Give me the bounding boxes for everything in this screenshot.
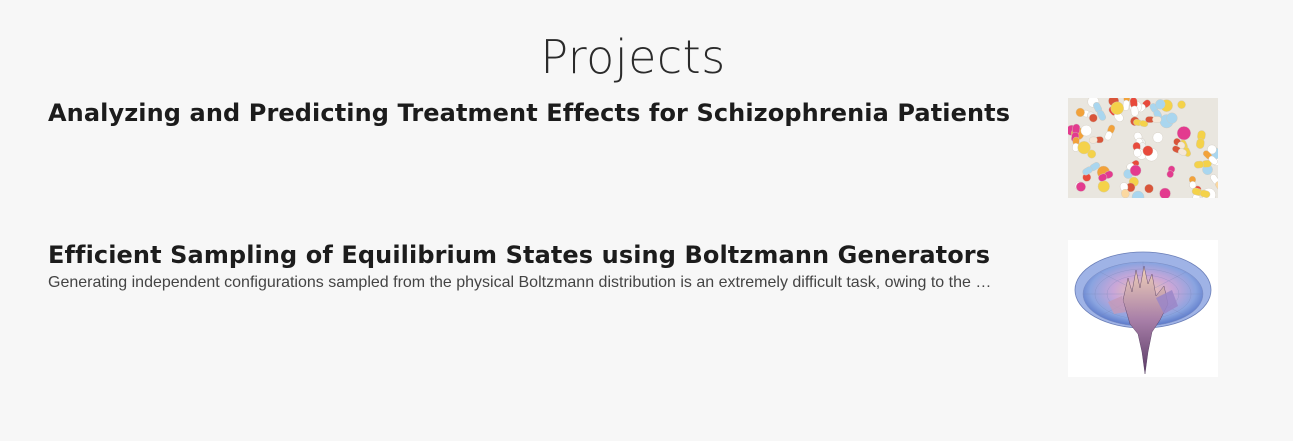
- pill-shape: [1080, 124, 1092, 137]
- pill-shape: [1129, 164, 1142, 177]
- pill-shape: [1176, 126, 1191, 141]
- project-summary: Generating independent configurations sa…: [48, 274, 992, 291]
- pill-shape: [1188, 175, 1197, 189]
- pill-shape: [1144, 184, 1154, 194]
- pills-image[interactable]: [1068, 98, 1218, 198]
- pill-shape: [1152, 132, 1164, 143]
- project-text: Efficient Sampling of Equilibrium States…: [48, 240, 1048, 294]
- pill-shape: [1075, 107, 1085, 117]
- pill-shape: [1110, 101, 1124, 115]
- section-title: Projects: [540, 30, 726, 84]
- energy-surface-graphic: [1068, 240, 1218, 377]
- energy-surface-image[interactable]: [1068, 240, 1218, 377]
- project-title-link[interactable]: Efficient Sampling of Equilibrium States…: [48, 240, 1048, 270]
- project-title-link[interactable]: Analyzing and Predicting Treatment Effec…: [48, 98, 1048, 128]
- pill-shape: [1155, 99, 1166, 110]
- project-text: Analyzing and Predicting Treatment Effec…: [48, 98, 1048, 130]
- pill-shape: [1159, 187, 1171, 198]
- pill-shape: [1077, 141, 1091, 155]
- project-item: Efficient Sampling of Equilibrium States…: [48, 240, 1218, 377]
- pill-shape: [1097, 180, 1110, 193]
- pill-shape: [1142, 145, 1154, 157]
- pill-shape: [1145, 116, 1162, 123]
- pills-image-graphic: [1068, 98, 1218, 198]
- pill-shape: [1075, 181, 1086, 192]
- pill-shape: [1089, 136, 1104, 144]
- project-item: Analyzing and Predicting Treatment Effec…: [48, 98, 1218, 198]
- pill-shape: [1166, 112, 1178, 124]
- pill-shape: [1177, 100, 1186, 109]
- pill-shape: [1089, 113, 1098, 123]
